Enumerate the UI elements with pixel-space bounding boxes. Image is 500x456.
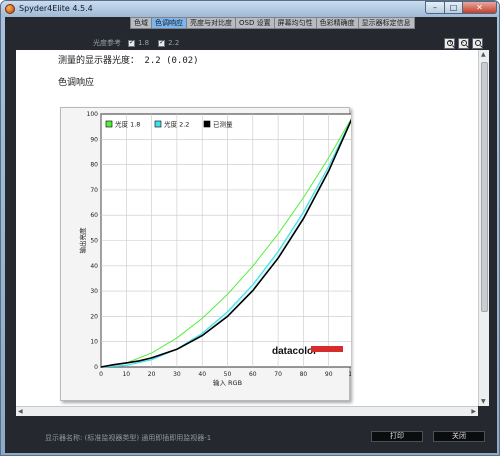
y-tick-label: 10 [90,339,98,346]
x-tick-label: 60 [249,371,257,378]
y-tick-label: 90 [90,136,98,143]
legend-label: 光度 2.2 [164,120,189,129]
gamma-2-2-label: 2.2 [168,39,180,47]
zoom-out-icon[interactable]: - [458,38,469,49]
x-tick-label: 100 [348,371,351,378]
y-tick-label: 30 [90,288,98,295]
x-tick-label: 80 [300,371,308,378]
report-document: 测量的显示器光度： 2.2 (0.02) 色调响应 0 10 20 30 40 50 60 7… [16,50,478,406]
scroll-down-icon[interactable]: ▼ [481,398,486,405]
x-tick-label: 30 [173,371,181,378]
app-body: 色域 色调响应 亮度与对比度 OSD 设置 屏幕均匀性 色彩精确度 显示器标定信… [5,17,497,453]
section-title: 色调响应 [58,78,95,88]
scroll-left-icon[interactable]: ◀ [18,408,23,415]
y-tick-label: 60 [90,212,98,219]
x-tick-label: 70 [274,371,282,378]
tab-color-accuracy[interactable]: 色彩精确度 [317,18,359,28]
legend-swatch [105,120,113,128]
y-axis-label: 输出亮度 [78,227,87,254]
vertical-scroll-thumb[interactable] [481,62,488,312]
tone-response-chart-svg: 0 10 20 30 40 50 60 70 80 90 100 0 10 20 30 40 50 60 70 80 9… [78,111,351,387]
minimize-button[interactable]: – [425,1,445,14]
y-tick-label: 80 [90,162,98,169]
measured-gamma-text: 测量的显示器光度： 2.2 (0.02) [58,56,199,66]
y-tick-label: 100 [87,111,99,118]
y-tick-label: 40 [90,263,98,270]
spyder-app-icon [5,4,15,14]
close-button[interactable]: 关闭 [433,431,485,442]
legend-swatch [154,120,162,128]
horizontal-scrollbar[interactable]: ◀ ▶ [16,406,478,416]
tab-brightness-contrast[interactable]: 亮度与对比度 [187,18,236,28]
gamma-reference-label: 光度参考 [93,39,121,47]
x-tick-label: 50 [224,371,232,378]
maximize-button[interactable]: □ [445,1,463,14]
gamma-2-2-checkbox[interactable] [158,38,166,47]
tone-response-chart: 0 10 20 30 40 50 60 70 80 90 100 0 10 20 30 40 50 60 70 80 9… [60,107,351,401]
zoom-fit-icon[interactable] [472,38,483,49]
tab-screen-uniformity[interactable]: 屏幕均匀性 [275,18,317,28]
zoom-buttons: + - [444,38,483,49]
y-tick-label: 20 [90,313,98,320]
y-tick-label: 70 [90,187,98,194]
x-tick-label: 40 [198,371,206,378]
tab-osd-settings[interactable]: OSD 设置 [236,18,275,28]
app-window: Spyder4Elite 4.5.4 – □ ✕ 色域 色调响应 亮度与对比度 … [0,0,500,456]
x-tick-label: 10 [122,371,130,378]
tab-tone-response[interactable]: 色调响应 [152,18,187,28]
title-bar[interactable]: Spyder4Elite 4.5.4 – □ ✕ [1,1,499,17]
print-button[interactable]: 打印 [371,431,423,442]
window-title: Spyder4Elite 4.5.4 [19,4,93,13]
tab-gamut[interactable]: 色域 [131,18,152,28]
gamma-1-8-label: 1.8 [138,39,150,47]
scroll-up-icon[interactable]: ▲ [481,51,486,58]
y-tick-label: 50 [90,238,98,245]
zoom-in-icon[interactable]: + [444,38,455,49]
scroll-right-icon[interactable]: ▶ [471,408,476,415]
window-controls: – □ ✕ [425,1,497,15]
legend-swatch [203,120,211,128]
vertical-scrollbar[interactable]: ▲ ▼ [478,50,489,406]
report-tabs: 色域 色调响应 亮度与对比度 OSD 设置 屏幕均匀性 色彩精确度 显示器标定信… [130,17,415,29]
x-tick-label: 90 [325,371,333,378]
close-window-button[interactable]: ✕ [463,1,497,14]
legend-label: 光度 1.8 [115,120,140,129]
x-axis-label: 输入 RGB [213,378,242,387]
gamma-1-8-checkbox[interactable] [128,38,135,47]
y-tick-label: 0 [94,364,98,371]
toolbar: 光度参考 1.8 2.2 + - [5,36,497,50]
x-tick-label: 0 [99,371,103,378]
x-tick-label: 20 [148,371,156,378]
legend-label: 已测量 [213,121,233,129]
datacolor-logo-bar [311,346,343,352]
monitor-name-info: 显示器名称: (标准监视器类型) 通用即插即用监视器-1 [45,434,212,442]
gamma-reference-controls: 光度参考 1.8 2.2 [93,38,179,48]
tab-display-info[interactable]: 显示器标定信息 [359,18,414,28]
datacolor-logo: datacolor [272,346,317,357]
